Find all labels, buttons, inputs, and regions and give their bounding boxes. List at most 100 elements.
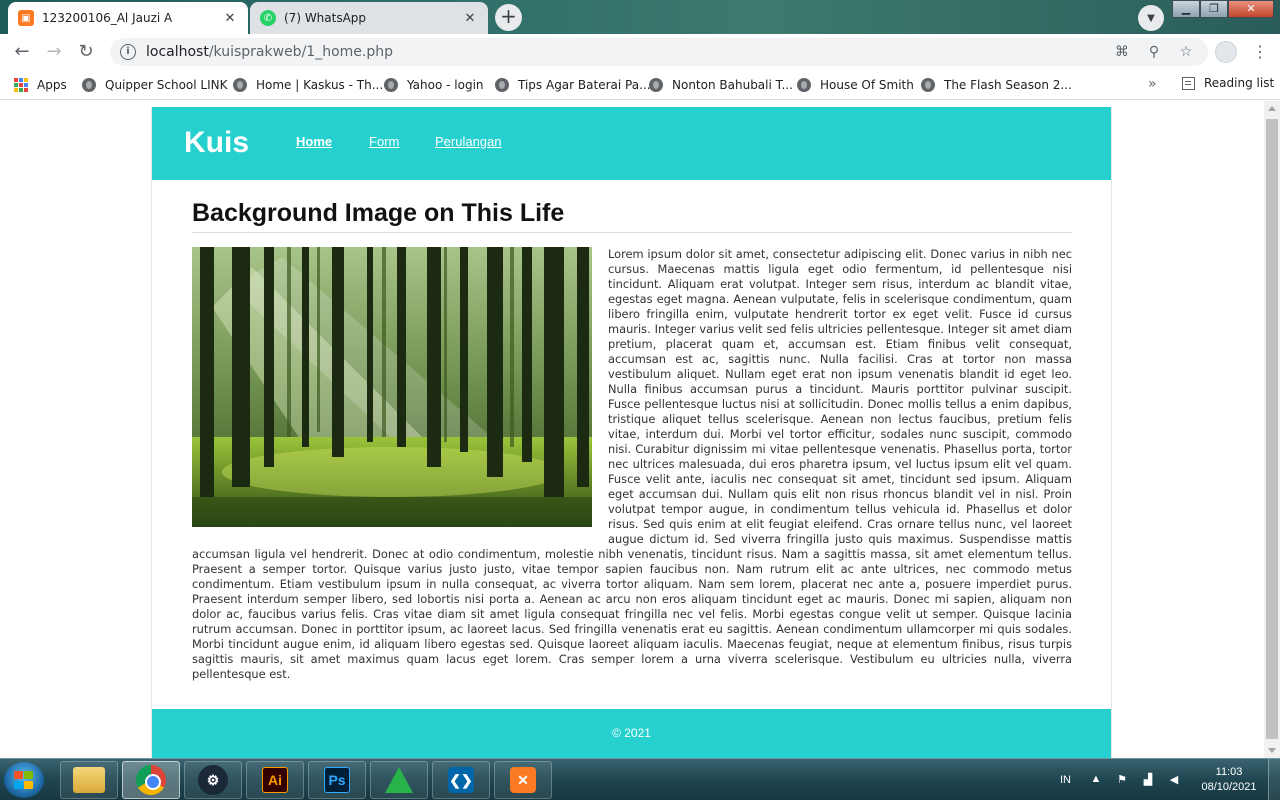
forest-illustration [192,247,592,527]
taskbar-vscode[interactable]: ❮❯ [432,761,490,799]
tab-active[interactable]: ▣ 123200106_Al Jauzi A ✕ [8,2,248,34]
bookmark-label: House Of Smith [820,78,914,92]
browser-titlebar: ▣ 123200106_Al Jauzi A ✕ ✆ (7) WhatsApp … [0,0,1280,34]
tab-whatsapp[interactable]: ✆ (7) WhatsApp ✕ [250,2,488,34]
bookmark-label: The Flash Season 2... [944,78,1072,92]
nav-form[interactable]: Form [369,134,399,149]
site-brand[interactable]: Kuis [184,126,249,160]
nav-home[interactable]: Home [296,134,332,149]
new-tab-button[interactable]: + [495,4,522,31]
url-host: localhost [146,44,209,60]
windows-taskbar: ⚙ Ai Ps ❮❯ ✕ IN ▲ ⚑ ▟ ◀ 11:03 08/10/2021 [0,758,1280,800]
bookmark-item[interactable]: Home | Kaskus - Th... [233,76,383,94]
zoom-icon[interactable]: ⚲ [1142,44,1166,60]
explorer-icon [73,767,105,793]
bookmark-label: Home | Kaskus - Th... [256,78,384,92]
globe-icon [82,78,96,92]
site-container: Kuis Home Form Perulangan Background Ima… [151,107,1112,758]
back-icon[interactable]: ← [10,40,34,64]
site-header: Kuis Home Form Perulangan [152,107,1111,180]
globe-icon [649,78,663,92]
system-clock[interactable]: 11:03 08/10/2021 [1196,765,1262,795]
volume-icon[interactable]: ◀ [1167,773,1181,787]
info-icon[interactable]: i [120,44,136,60]
xampp-icon: ▣ [18,10,34,26]
apps-grid-icon [14,78,28,92]
globe-icon [384,78,398,92]
taskbar-chrome[interactable] [122,761,180,799]
page-viewport: Kuis Home Form Perulangan Background Ima… [0,101,1264,758]
globe-icon [797,78,811,92]
vscode-icon: ❮❯ [448,767,474,793]
start-button[interactable] [4,762,44,798]
taskbar-xampp[interactable]: ✕ [494,761,552,799]
bookmark-label: Apps [37,78,67,92]
chrome-icon [136,765,166,795]
url-path: /kuisprakweb/1_home.php [208,44,393,60]
bookmark-label: Nonton Bahubali T... [672,78,793,92]
forward-icon[interactable]: → [42,40,66,64]
close-icon[interactable]: ✕ [222,11,238,26]
maximize-button[interactable]: ❐ [1200,0,1228,18]
bookmark-apps[interactable]: Apps [14,76,67,94]
language-indicator[interactable]: IN [1060,774,1071,786]
clock-time: 11:03 [1215,766,1243,778]
taskbar-green-app[interactable] [370,761,428,799]
browser-toolbar: ← → ↻ i localhost/kuisprakweb/1_home.php… [0,34,1280,70]
bookmark-item[interactable]: Quipper School LINK [82,76,227,94]
bookmark-label: Yahoo - login [407,78,484,92]
forest-image [192,247,592,527]
tab-search-icon[interactable]: ▼ [1138,5,1164,31]
profile-avatar[interactable] [1215,41,1237,63]
bookmark-item[interactable]: House Of Smith [797,76,914,94]
page-scrollbar[interactable] [1264,101,1280,758]
bookmarks-bar: Apps Quipper School LINK Home | Kaskus -… [0,70,1280,100]
bookmark-star-icon[interactable]: ☆ [1174,44,1198,60]
scroll-up-icon[interactable] [1268,106,1276,111]
taskbar-steam[interactable]: ⚙ [184,761,242,799]
show-desktop-button[interactable] [1268,759,1280,800]
globe-icon [495,78,509,92]
article: Lorem ipsum dolor sit amet, consectetur … [192,247,1072,682]
globe-icon [921,78,935,92]
scroll-down-icon[interactable] [1268,748,1276,753]
tab-title: 123200106_Al Jauzi A [42,11,173,25]
bookmark-item[interactable]: Yahoo - login [384,76,484,94]
taskbar-explorer[interactable] [60,761,118,799]
reading-list-button[interactable]: Reading list [1182,76,1274,90]
bookmarks-overflow-button[interactable]: » [1148,76,1157,92]
close-window-button[interactable]: ✕ [1228,0,1274,18]
show-hidden-icons-icon[interactable]: ▲ [1089,773,1103,787]
xampp-icon: ✕ [510,767,536,793]
translate-icon[interactable]: ⌘ [1110,44,1134,60]
network-signal-icon[interactable]: ▟ [1141,773,1155,787]
nav-perulangan[interactable]: Perulangan [435,134,502,149]
green-triangle-app-icon [385,767,413,793]
page-title: Background Image on This Life [192,199,1072,233]
reading-list-icon [1182,76,1195,90]
bookmark-item[interactable]: Nonton Bahubali T... [649,76,793,94]
taskbar-photoshop[interactable]: Ps [308,761,366,799]
scroll-thumb[interactable] [1266,119,1278,739]
globe-icon [233,78,247,92]
taskbar-illustrator[interactable]: Ai [246,761,304,799]
bookmark-label: Tips Agar Baterai Pa... [518,78,651,92]
bookmark-item[interactable]: The Flash Season 2... [921,76,1072,94]
url-text[interactable]: localhost/kuisprakweb/1_home.php [146,44,1102,60]
steam-icon: ⚙ [198,765,228,795]
action-center-icon[interactable]: ⚑ [1115,773,1129,787]
system-tray: IN ▲ ⚑ ▟ ◀ [1060,759,1193,800]
minimize-button[interactable]: ▁ [1172,0,1200,18]
menu-icon[interactable]: ⋮ [1252,40,1268,64]
tab-title: (7) WhatsApp [284,11,367,25]
whatsapp-icon: ✆ [260,10,276,26]
address-bar[interactable]: i localhost/kuisprakweb/1_home.php ⌘ ⚲ ☆ [110,38,1208,66]
photoshop-icon: Ps [324,767,350,793]
reload-icon[interactable]: ↻ [74,40,98,64]
bookmark-item[interactable]: Tips Agar Baterai Pa... [495,76,651,94]
bookmark-label: Quipper School LINK [105,78,228,92]
site-footer: © 2021 [152,709,1111,758]
close-icon[interactable]: ✕ [462,11,478,26]
reading-list-label: Reading list [1204,76,1275,90]
illustrator-icon: Ai [262,767,288,793]
